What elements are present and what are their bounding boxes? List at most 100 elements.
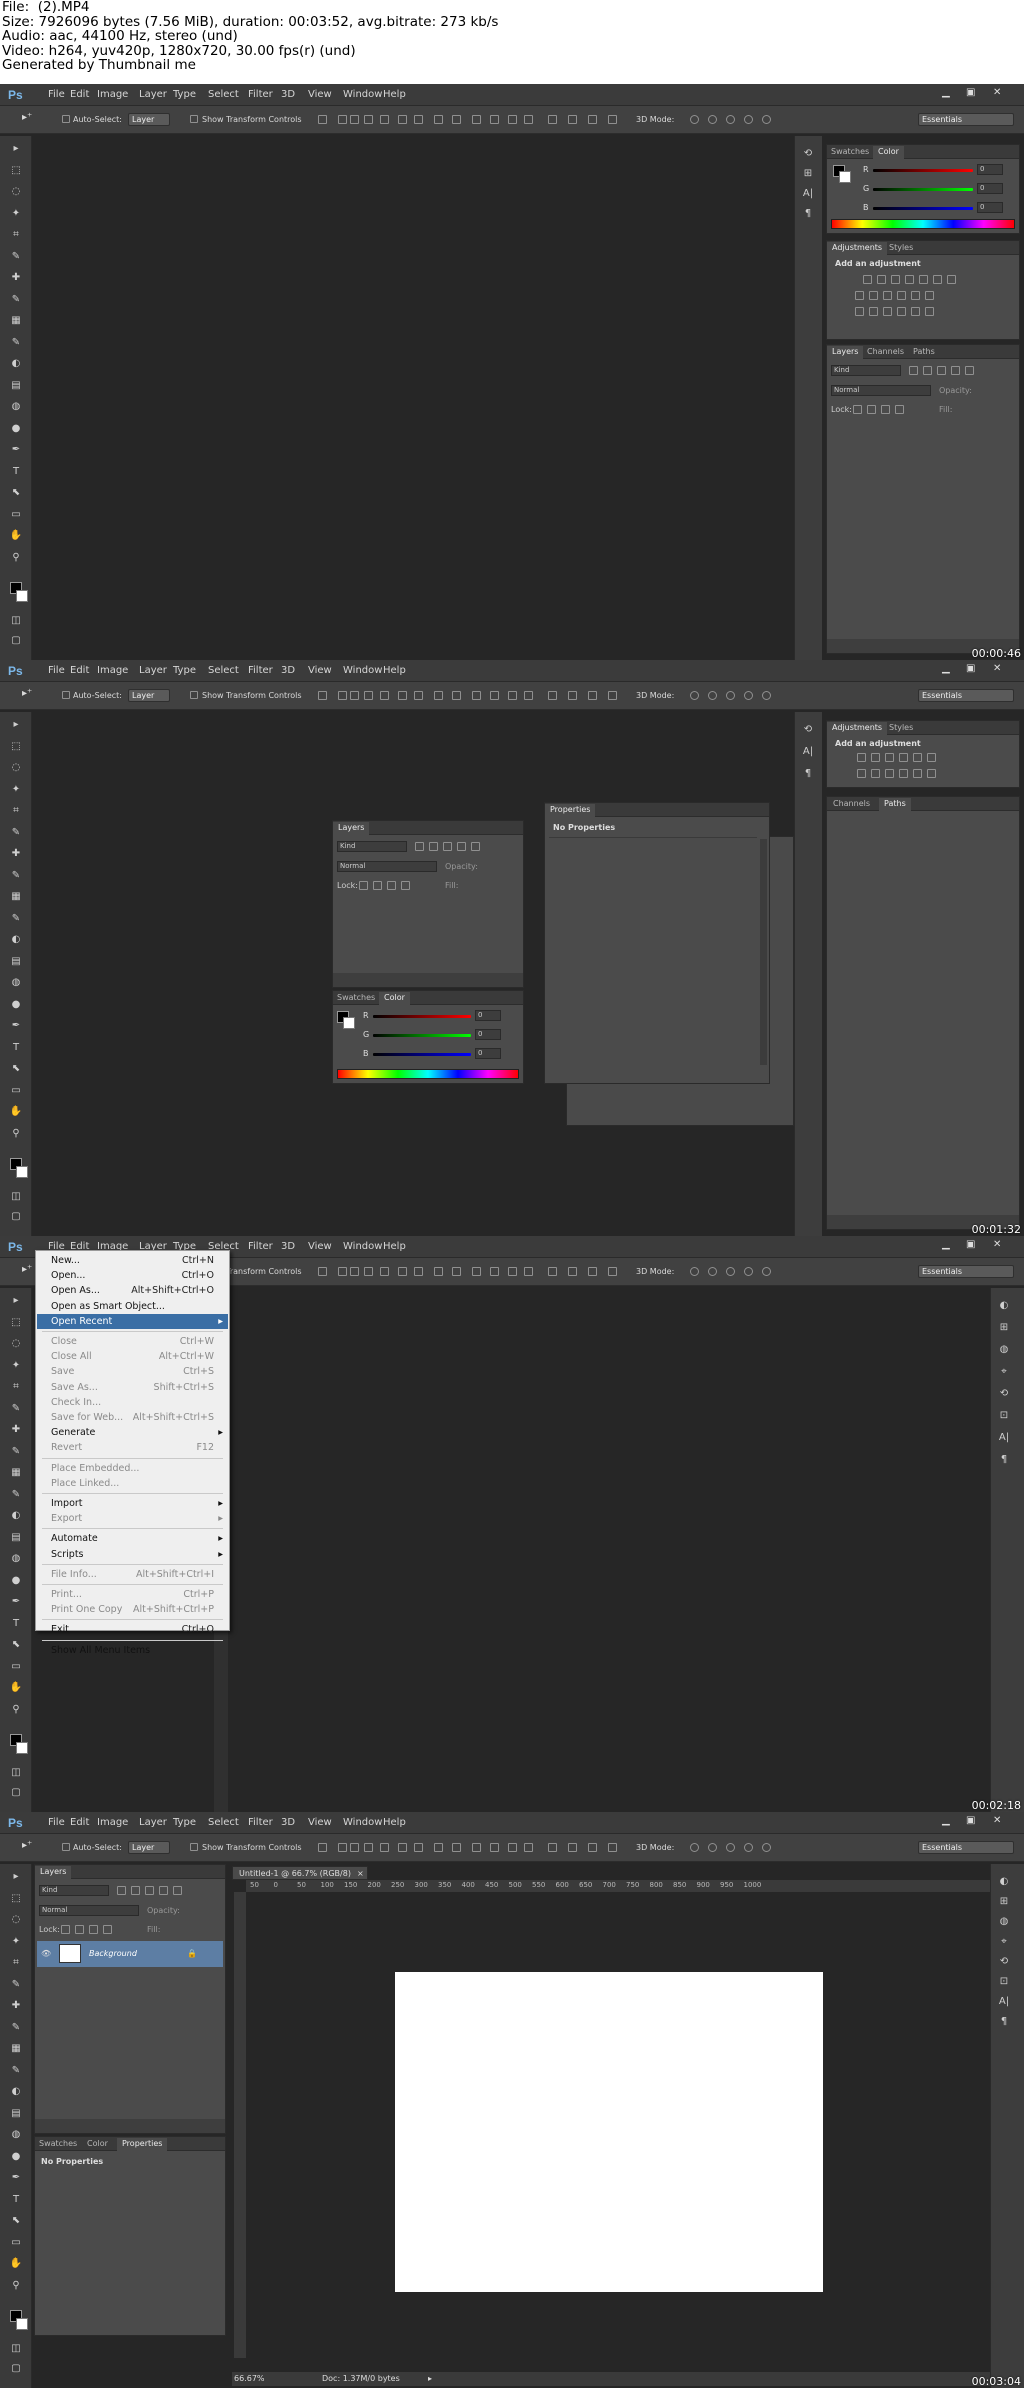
menu-window[interactable]: Window: [343, 89, 382, 100]
tool-icon[interactable]: ✎: [9, 869, 23, 882]
align-icon[interactable]: [364, 115, 373, 124]
menu-image[interactable]: Image: [97, 1817, 128, 1828]
align-icon[interactable]: [452, 691, 461, 700]
adjustment-icon[interactable]: [911, 291, 920, 300]
tab-properties[interactable]: Properties: [545, 804, 596, 817]
layer-row-background[interactable]: 👁 Background 🔒: [37, 1941, 223, 1967]
align-icon[interactable]: [524, 115, 533, 124]
adjustment-icon[interactable]: [871, 769, 880, 778]
tool-icon[interactable]: ▤: [9, 2107, 23, 2120]
color-g-value[interactable]: 0: [475, 1029, 501, 1040]
tab-adjustments[interactable]: Adjustments: [827, 722, 888, 735]
screen-mode-icon[interactable]: ▢: [9, 634, 23, 647]
tool-icon[interactable]: ✚: [9, 1423, 23, 1436]
adjustment-icon[interactable]: [883, 291, 892, 300]
tool-icon[interactable]: ✎: [9, 912, 23, 925]
lock-icon[interactable]: [103, 1925, 112, 1934]
color-b-slider[interactable]: [373, 1053, 471, 1056]
tool-icon[interactable]: ✎: [9, 2064, 23, 2077]
screen-mode-icon[interactable]: ▢: [9, 1786, 23, 1799]
color-g-value[interactable]: 0: [977, 183, 1003, 194]
3d-icon[interactable]: [726, 115, 735, 124]
adjustment-icon[interactable]: [899, 753, 908, 762]
tab-channels[interactable]: Channels: [867, 347, 904, 356]
3d-icon[interactable]: [744, 115, 753, 124]
tool-icon[interactable]: ✎: [9, 826, 23, 839]
tool-icon[interactable]: ⚲: [9, 551, 23, 564]
tool-icon[interactable]: ◐: [9, 1509, 23, 1522]
align-icon[interactable]: [398, 1843, 407, 1852]
3d-icon[interactable]: [726, 1843, 735, 1852]
color-g-slider[interactable]: [873, 188, 973, 191]
dock-icon[interactable]: ¶: [997, 1454, 1011, 1467]
blend-mode-select[interactable]: Normal: [337, 861, 437, 872]
layer-filter-icon[interactable]: [951, 366, 960, 375]
align-icon[interactable]: [588, 1267, 597, 1276]
align-icon[interactable]: [364, 1267, 373, 1276]
menu-image[interactable]: Image: [97, 665, 128, 676]
lock-icon[interactable]: [401, 881, 410, 890]
tool-icon[interactable]: ✋: [9, 1681, 23, 1694]
align-icon[interactable]: [508, 1267, 517, 1276]
dock-icon[interactable]: ⊞: [997, 1322, 1011, 1335]
3d-icon[interactable]: [726, 1267, 735, 1276]
tool-icon[interactable]: ✎: [9, 1488, 23, 1501]
align-icon[interactable]: [414, 115, 423, 124]
align-icon[interactable]: [414, 691, 423, 700]
background-color-swatch[interactable]: [16, 2318, 28, 2330]
adjustment-icon[interactable]: [869, 291, 878, 300]
dock-icon[interactable]: ⟲: [801, 148, 815, 161]
tool-icon[interactable]: ✦: [9, 1935, 23, 1948]
align-icon[interactable]: [548, 1267, 557, 1276]
adjustment-icon[interactable]: [857, 769, 866, 778]
dock-icon[interactable]: ⌖: [997, 1366, 1011, 1379]
checkbox-auto-select[interactable]: [62, 115, 70, 123]
tool-icon[interactable]: ●: [9, 2150, 23, 2163]
dock-icon[interactable]: ¶: [801, 768, 815, 781]
tab-swatches[interactable]: Swatches: [39, 2139, 77, 2148]
align-icon[interactable]: [414, 1843, 423, 1852]
layer-filter-icon[interactable]: [131, 1886, 140, 1895]
adjustment-icon[interactable]: [891, 275, 900, 284]
tool-icon[interactable]: ◐: [9, 357, 23, 370]
quick-mask-icon[interactable]: ◫: [9, 1766, 23, 1779]
file-menu-item[interactable]: New... Ctrl+N: [37, 1253, 228, 1268]
tool-icon[interactable]: ⬉: [9, 1638, 23, 1651]
tool-icon[interactable]: ⬚: [9, 1316, 23, 1329]
tool-icon[interactable]: ⬉: [9, 1062, 23, 1075]
align-icon[interactable]: [434, 115, 443, 124]
layer-filter-icon[interactable]: [923, 366, 932, 375]
dock-icon[interactable]: ⌖: [997, 1936, 1011, 1949]
tab-color[interactable]: Color: [87, 2139, 108, 2148]
minimize-icon[interactable]: ▁: [942, 1239, 950, 1250]
tool-icon[interactable]: ✋: [9, 2257, 23, 2270]
adjustment-icon[interactable]: [925, 291, 934, 300]
adjustment-icon[interactable]: [869, 307, 878, 316]
align-icon[interactable]: [524, 1267, 533, 1276]
background-color-swatch[interactable]: [16, 1166, 28, 1178]
adjustment-icon[interactable]: [855, 291, 864, 300]
background-color-swatch[interactable]: [16, 590, 28, 602]
align-icon[interactable]: [490, 1843, 499, 1852]
align-icon[interactable]: [318, 115, 327, 124]
adjustment-icon[interactable]: [911, 307, 920, 316]
close-icon[interactable]: ✕: [993, 1815, 1001, 1826]
tool-icon[interactable]: ▭: [9, 1084, 23, 1097]
menu-3d[interactable]: 3D: [281, 1241, 295, 1252]
color-r-value[interactable]: 0: [475, 1010, 501, 1021]
menu-help[interactable]: Help: [383, 1241, 406, 1252]
tool-icon[interactable]: ⬉: [9, 486, 23, 499]
tool-icon[interactable]: ●: [9, 422, 23, 435]
menu-file[interactable]: File: [48, 89, 65, 100]
align-icon[interactable]: [364, 691, 373, 700]
align-icon[interactable]: [338, 691, 347, 700]
tool-icon[interactable]: ✋: [9, 1105, 23, 1118]
checkbox-transform[interactable]: [190, 691, 198, 699]
maximize-icon[interactable]: ▣: [966, 87, 975, 98]
menu-edit[interactable]: Edit: [70, 1817, 89, 1828]
3d-icon[interactable]: [708, 1843, 717, 1852]
tab-swatches[interactable]: Swatches: [337, 993, 375, 1002]
menu-select[interactable]: Select: [208, 1817, 239, 1828]
align-icon[interactable]: [350, 691, 359, 700]
tool-icon[interactable]: ▤: [9, 955, 23, 968]
